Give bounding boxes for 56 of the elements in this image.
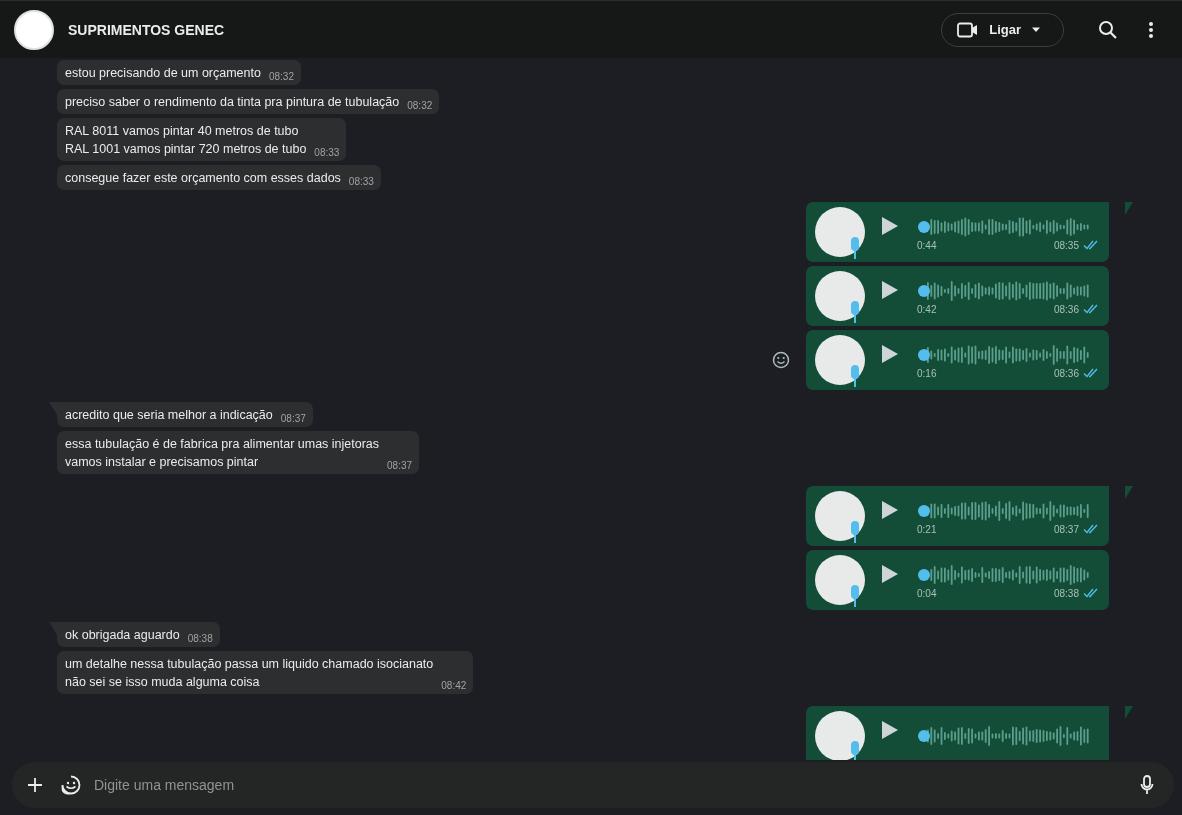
caret-icon xyxy=(1031,26,1041,33)
message-time: 08:33 xyxy=(348,176,374,187)
message-text: consegue fazer este orçamento com esses dados xyxy=(65,171,341,185)
message-text: RAL 1001 vamos pintar 720 metros de tubo xyxy=(65,142,307,156)
contact-avatar[interactable] xyxy=(14,9,54,50)
microphone-icon xyxy=(849,521,861,543)
emoji-reaction-icon[interactable] xyxy=(772,351,790,369)
sticker-icon[interactable] xyxy=(61,775,81,795)
voice-duration: 0:16 xyxy=(917,367,937,379)
voice-duration: 0:42 xyxy=(917,303,937,315)
voice-duration: 0:21 xyxy=(917,523,937,535)
message-input[interactable]: Digite uma mensagem xyxy=(12,762,1174,808)
play-icon[interactable] xyxy=(881,344,899,364)
bubble-tail xyxy=(1125,706,1133,719)
message-time: 08:37 xyxy=(1053,523,1079,535)
message-time: 08:35 xyxy=(1053,239,1079,251)
voice-duration: 0:04 xyxy=(917,587,937,599)
play-icon[interactable] xyxy=(881,564,899,584)
message-text: preciso saber o rendimento da tinta pra pintura de tubulação xyxy=(65,95,400,109)
menu-icon[interactable] xyxy=(1148,20,1154,39)
waveform-drawing[interactable] xyxy=(917,723,1089,749)
voice-duration: 0:44 xyxy=(917,239,937,251)
message-text: um detalhe nessa tubulação passa um liquido chamado isocianato xyxy=(65,657,434,671)
play-icon[interactable] xyxy=(881,720,899,740)
message-text: vamos instalar e precisamos pintar xyxy=(65,455,260,469)
microphone-icon xyxy=(849,585,861,607)
message-time: 08:37 xyxy=(387,460,413,471)
message-time: 08:36 xyxy=(1053,367,1079,379)
microphone-icon xyxy=(849,365,861,387)
message-time: 08:42 xyxy=(441,680,467,691)
message-time: 08:37 xyxy=(280,413,306,424)
bubble-tail xyxy=(1125,202,1133,215)
message-time: 08:38 xyxy=(1053,587,1079,599)
bubble-tail xyxy=(1125,486,1133,499)
play-icon[interactable] xyxy=(881,500,899,520)
message-text: ok obrigada aguardo xyxy=(65,628,180,642)
video-camera-icon xyxy=(957,21,980,38)
message-time: 08:33 xyxy=(314,147,340,158)
play-icon[interactable] xyxy=(881,216,899,236)
message-time: 08:38 xyxy=(187,633,213,644)
message-text: estou precisando de um orçamento xyxy=(65,66,261,80)
message-text: essa tubulação é de fabrica pra alimentar umas injetoras xyxy=(65,437,380,451)
plus-icon[interactable] xyxy=(27,777,43,793)
microphone-icon xyxy=(849,741,861,760)
microphone-icon[interactable] xyxy=(1140,775,1154,795)
microphone-icon xyxy=(849,237,861,259)
play-icon[interactable] xyxy=(881,280,899,300)
message-time: 08:36 xyxy=(1053,303,1079,315)
contact-name[interactable]: SUPRIMENTOS GENEC xyxy=(68,21,225,38)
message-time: 08:32 xyxy=(268,71,294,82)
message-text: não sei se isso muda alguma coisa xyxy=(65,675,261,689)
microphone-icon xyxy=(849,301,861,323)
message-time: 08:32 xyxy=(407,100,433,111)
search-icon[interactable] xyxy=(1098,19,1118,40)
message-text: acredito que seria melhor a indicação xyxy=(65,408,273,422)
message-text: RAL 8011 vamos pintar 40 metros de tubo xyxy=(65,124,300,138)
